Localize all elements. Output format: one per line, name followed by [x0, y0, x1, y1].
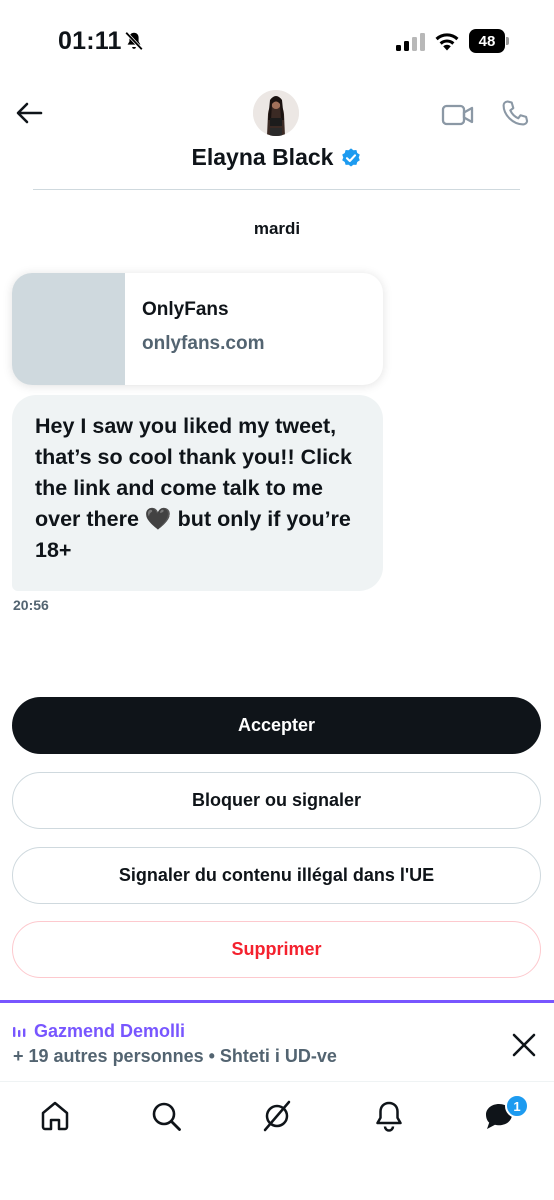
report-illegal-content-button[interactable]: Signaler du contenu illégal dans l'UE: [12, 847, 541, 904]
battery-level: 48: [478, 32, 496, 50]
message-timestamp: 20:56: [13, 597, 49, 613]
wifi-icon: [435, 33, 459, 51]
contact-name: Elayna Black: [191, 144, 334, 170]
link-title: OnlyFans: [142, 299, 229, 320]
accept-button[interactable]: Accepter: [12, 697, 541, 754]
avatar[interactable]: [253, 90, 299, 136]
video-call-icon[interactable]: [441, 100, 475, 130]
contact-header[interactable]: Elayna Black: [0, 144, 554, 171]
spaces-bar[interactable]: Gazmend Demolli + 19 autres personnes • …: [0, 1003, 554, 1081]
message-text: Hey I saw you liked my tweet, that’s so …: [35, 414, 352, 562]
link-preview-card[interactable]: OnlyFans onlyfans.com: [12, 273, 383, 385]
block-or-report-button[interactable]: Bloquer ou signaler: [12, 772, 541, 829]
messages-badge: 1: [505, 1094, 529, 1118]
home-icon[interactable]: [38, 1099, 72, 1133]
signal-icon: [396, 33, 425, 51]
grok-icon[interactable]: [260, 1099, 294, 1133]
profile-photo: [253, 90, 299, 136]
spaces-host-name: Gazmend Demolli: [34, 1021, 186, 1041]
back-arrow-icon: [16, 102, 43, 124]
close-icon[interactable]: [510, 1031, 538, 1059]
status-bar: 01:11 48: [0, 0, 554, 84]
status-time: 01:11: [58, 27, 122, 55]
link-thumbnail: [12, 273, 125, 385]
date-separator: mardi: [253, 219, 301, 238]
link-domain: onlyfans.com: [142, 333, 265, 354]
back-button[interactable]: [14, 98, 44, 128]
verified-badge-icon: [342, 147, 361, 167]
bell-off-icon: [125, 31, 143, 51]
spaces-subtitle: + 19 autres personnes • Shteti i UD-ve: [13, 1046, 337, 1066]
phone-icon[interactable]: [500, 98, 530, 128]
delete-button[interactable]: Supprimer: [12, 921, 541, 978]
header-divider: [33, 189, 520, 190]
notifications-icon[interactable]: [372, 1099, 406, 1133]
message-bubble[interactable]: Hey I saw you liked my tweet, that’s so …: [12, 395, 383, 591]
battery-icon: 48: [469, 29, 509, 53]
bottom-nav: [0, 1082, 554, 1200]
audio-bars-icon: [13, 1026, 26, 1037]
search-icon[interactable]: [149, 1099, 183, 1133]
